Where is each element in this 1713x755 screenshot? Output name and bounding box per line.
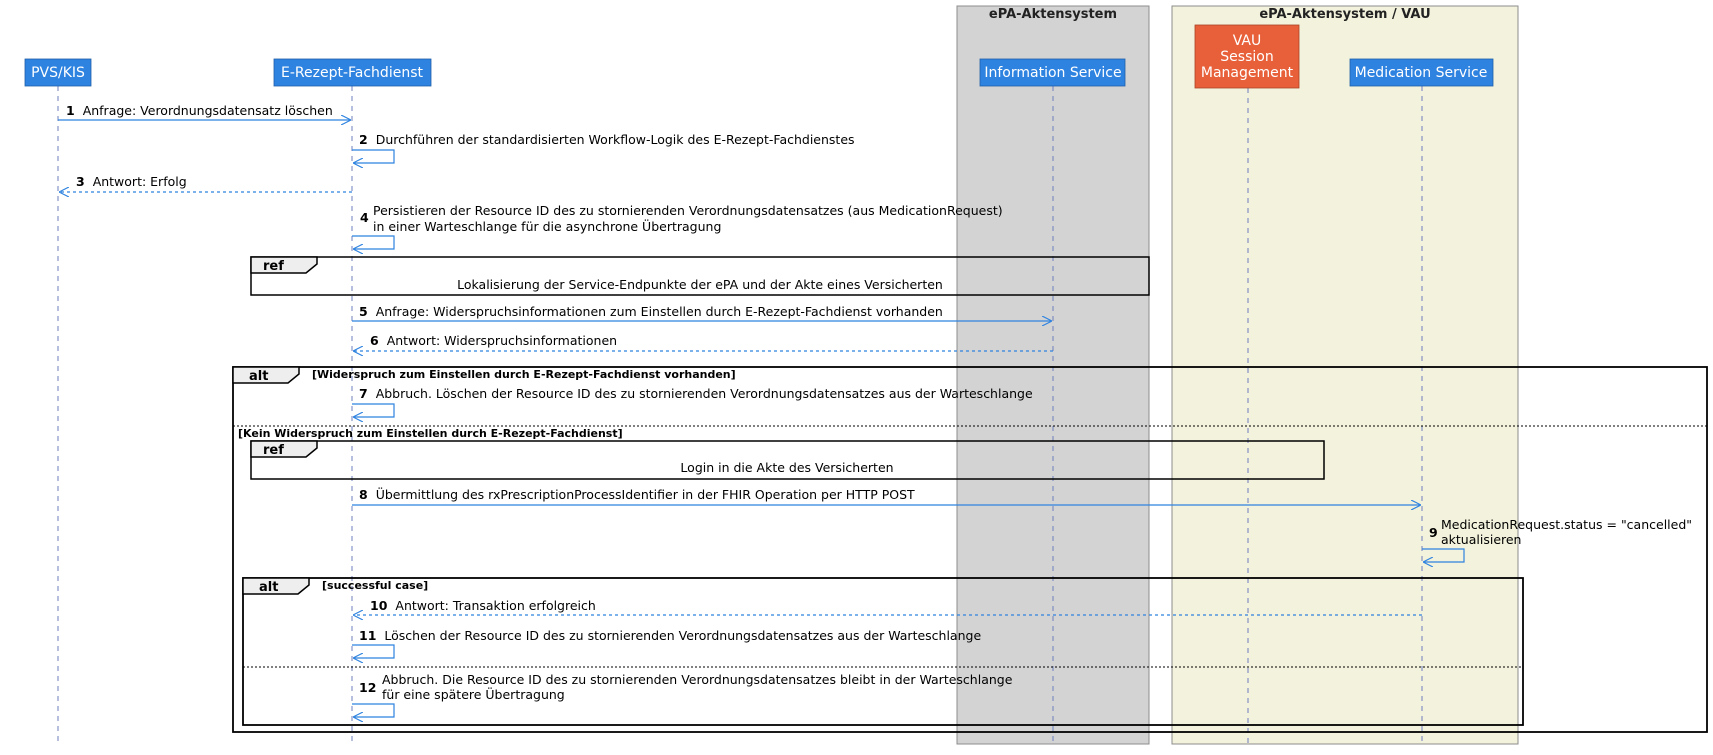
message-number: 4 <box>360 210 369 225</box>
message-3: 3 Antwort: Erfolg <box>60 174 352 192</box>
box-title: ePA-Aktensystem <box>989 7 1117 22</box>
message-number: 12 <box>359 680 376 695</box>
message-2: 2 Durchführen der standardisierten Workf… <box>352 132 855 163</box>
message-label: Persistieren der Resource ID des zu stor… <box>373 203 1003 218</box>
message-label: Antwort: Widerspruchsinformationen <box>387 333 617 348</box>
participant-information-service[interactable]: Information Service <box>979 58 1126 87</box>
message-12: 12 Abbruch. Die Resource ID des zu storn… <box>352 672 1013 717</box>
svg-text:2 Durchführen der standa: 2 Durchführen der standardisierten Workf… <box>359 132 855 147</box>
alt-tag: alt <box>249 369 268 384</box>
ref-frame-login: ref Login in die Akte des Versicherten <box>250 440 1325 480</box>
svg-text:11 Löschen der Resource: 11 Löschen der Resource ID des zu storni… <box>359 628 981 643</box>
message-label: Abbruch. Die Resource ID des zu stornier… <box>382 672 1013 687</box>
participant-label: Management <box>1201 65 1294 81</box>
message-number: 11 <box>359 628 376 643</box>
message-number: 8 <box>359 487 368 502</box>
message-number: 7 <box>359 386 368 401</box>
participant-vau-session-management[interactable]: VAU Session Management <box>1194 24 1300 89</box>
ref-text: Lokalisierung der Service-Endpunkte der … <box>457 277 943 292</box>
participant-label: VAU <box>1233 33 1262 49</box>
participant-medication-service[interactable]: Medication Service <box>1349 58 1494 87</box>
message-number: 3 <box>76 174 85 189</box>
message-number: 10 <box>370 598 388 613</box>
svg-text:6 Antwort: Widerspruchsi: 6 Antwort: Widerspruchsinformationen <box>370 333 617 348</box>
message-number: 9 <box>1429 525 1438 540</box>
svg-text:3 Antwort: Erfolg: 3 Antwort: Erfolg <box>76 174 187 189</box>
message-label: Übermittlung des rxPrescriptionProcessId… <box>376 486 915 502</box>
ref-tag: ref <box>263 259 284 274</box>
sequence-diagram: ePA-Aktensystem ePA-Aktensystem / VAU PV… <box>24 5 1708 745</box>
svg-text:4: 4 <box>360 210 369 225</box>
ref-text: Login in die Akte des Versicherten <box>680 460 893 475</box>
message-number: 1 <box>66 103 75 118</box>
message-label: MedicationRequest.status = "cancelled" <box>1441 517 1692 532</box>
participant-label: PVS/KIS <box>31 65 85 81</box>
message-label: für eine spätere Übertragung <box>382 686 565 702</box>
participant-label: Information Service <box>984 65 1121 81</box>
message-label: in einer Warteschlange für die asynchron… <box>373 218 721 234</box>
message-label: Anfrage: Verordnungsdatensatz löschen <box>83 103 333 118</box>
svg-text:5 Anfrage: Widerspruchsi: 5 Anfrage: Widerspruchsinformationen zum… <box>359 304 943 319</box>
svg-text:8 Übermittlung des rxPre: 8 Übermittlung des rxPrescriptionProcess… <box>359 486 915 502</box>
message-label: aktualisieren <box>1441 532 1521 547</box>
message-6: 6 Antwort: Widerspruchsinformationen <box>354 333 1053 351</box>
message-number: 5 <box>359 304 368 319</box>
message-label: Antwort: Transaktion erfolgreich <box>395 598 595 613</box>
participant-e-rezept-fachdienst[interactable]: E-Rezept-Fachdienst <box>273 58 432 87</box>
participant-label: Session <box>1220 49 1273 65</box>
svg-text:1 Anfrage: Verordnungsda: 1 Anfrage: Verordnungsdatensatz löschen <box>66 103 333 118</box>
participant-label: E-Rezept-Fachdienst <box>281 65 423 81</box>
message-1: 1 Anfrage: Verordnungsdatensatz löschen <box>58 103 350 120</box>
message-label: Antwort: Erfolg <box>93 174 187 189</box>
svg-text:7 Abbruch. Löschen der R: 7 Abbruch. Löschen der Resource ID des z… <box>359 386 1033 401</box>
message-number: 2 <box>359 132 368 147</box>
message-5: 5 Anfrage: Widerspruchsinformationen zum… <box>352 304 1051 321</box>
box-title: ePA-Aktensystem / VAU <box>1259 7 1430 22</box>
alt-guard: [successful case] <box>322 579 428 592</box>
svg-text:9: 9 <box>1429 525 1438 540</box>
message-11: 11 Löschen der Resource ID des zu storni… <box>352 628 981 658</box>
message-number: 6 <box>370 333 379 348</box>
participant-pvs-kis[interactable]: PVS/KIS <box>24 58 92 87</box>
message-label: Abbruch. Löschen der Resource ID des zu … <box>376 386 1033 401</box>
message-label: Löschen der Resource ID des zu storniere… <box>384 628 981 643</box>
participant-label: Medication Service <box>1355 65 1488 81</box>
message-label: Anfrage: Widerspruchsinformationen zum E… <box>376 304 943 319</box>
ref-tag: ref <box>263 443 284 458</box>
svg-text:10 Antwort: Transaktion: 10 Antwort: Transaktion erfolgreich <box>370 598 596 613</box>
message-7: 7 Abbruch. Löschen der Resource ID des z… <box>352 386 1033 417</box>
box-epa-aktensystem-vau: ePA-Aktensystem / VAU <box>1171 5 1519 745</box>
alt-guard: [Widerspruch zum Einstellen durch E-Reze… <box>312 368 736 381</box>
svg-text:12: 12 <box>359 680 376 695</box>
message-label: Durchführen der standardisierten Workflo… <box>376 132 855 147</box>
alt-tag: alt <box>259 580 278 595</box>
message-4: 4 Persistieren der Resource ID des zu st… <box>352 203 1003 249</box>
alt-else-guard: [Kein Widerspruch zum Einstellen durch E… <box>238 427 623 440</box>
